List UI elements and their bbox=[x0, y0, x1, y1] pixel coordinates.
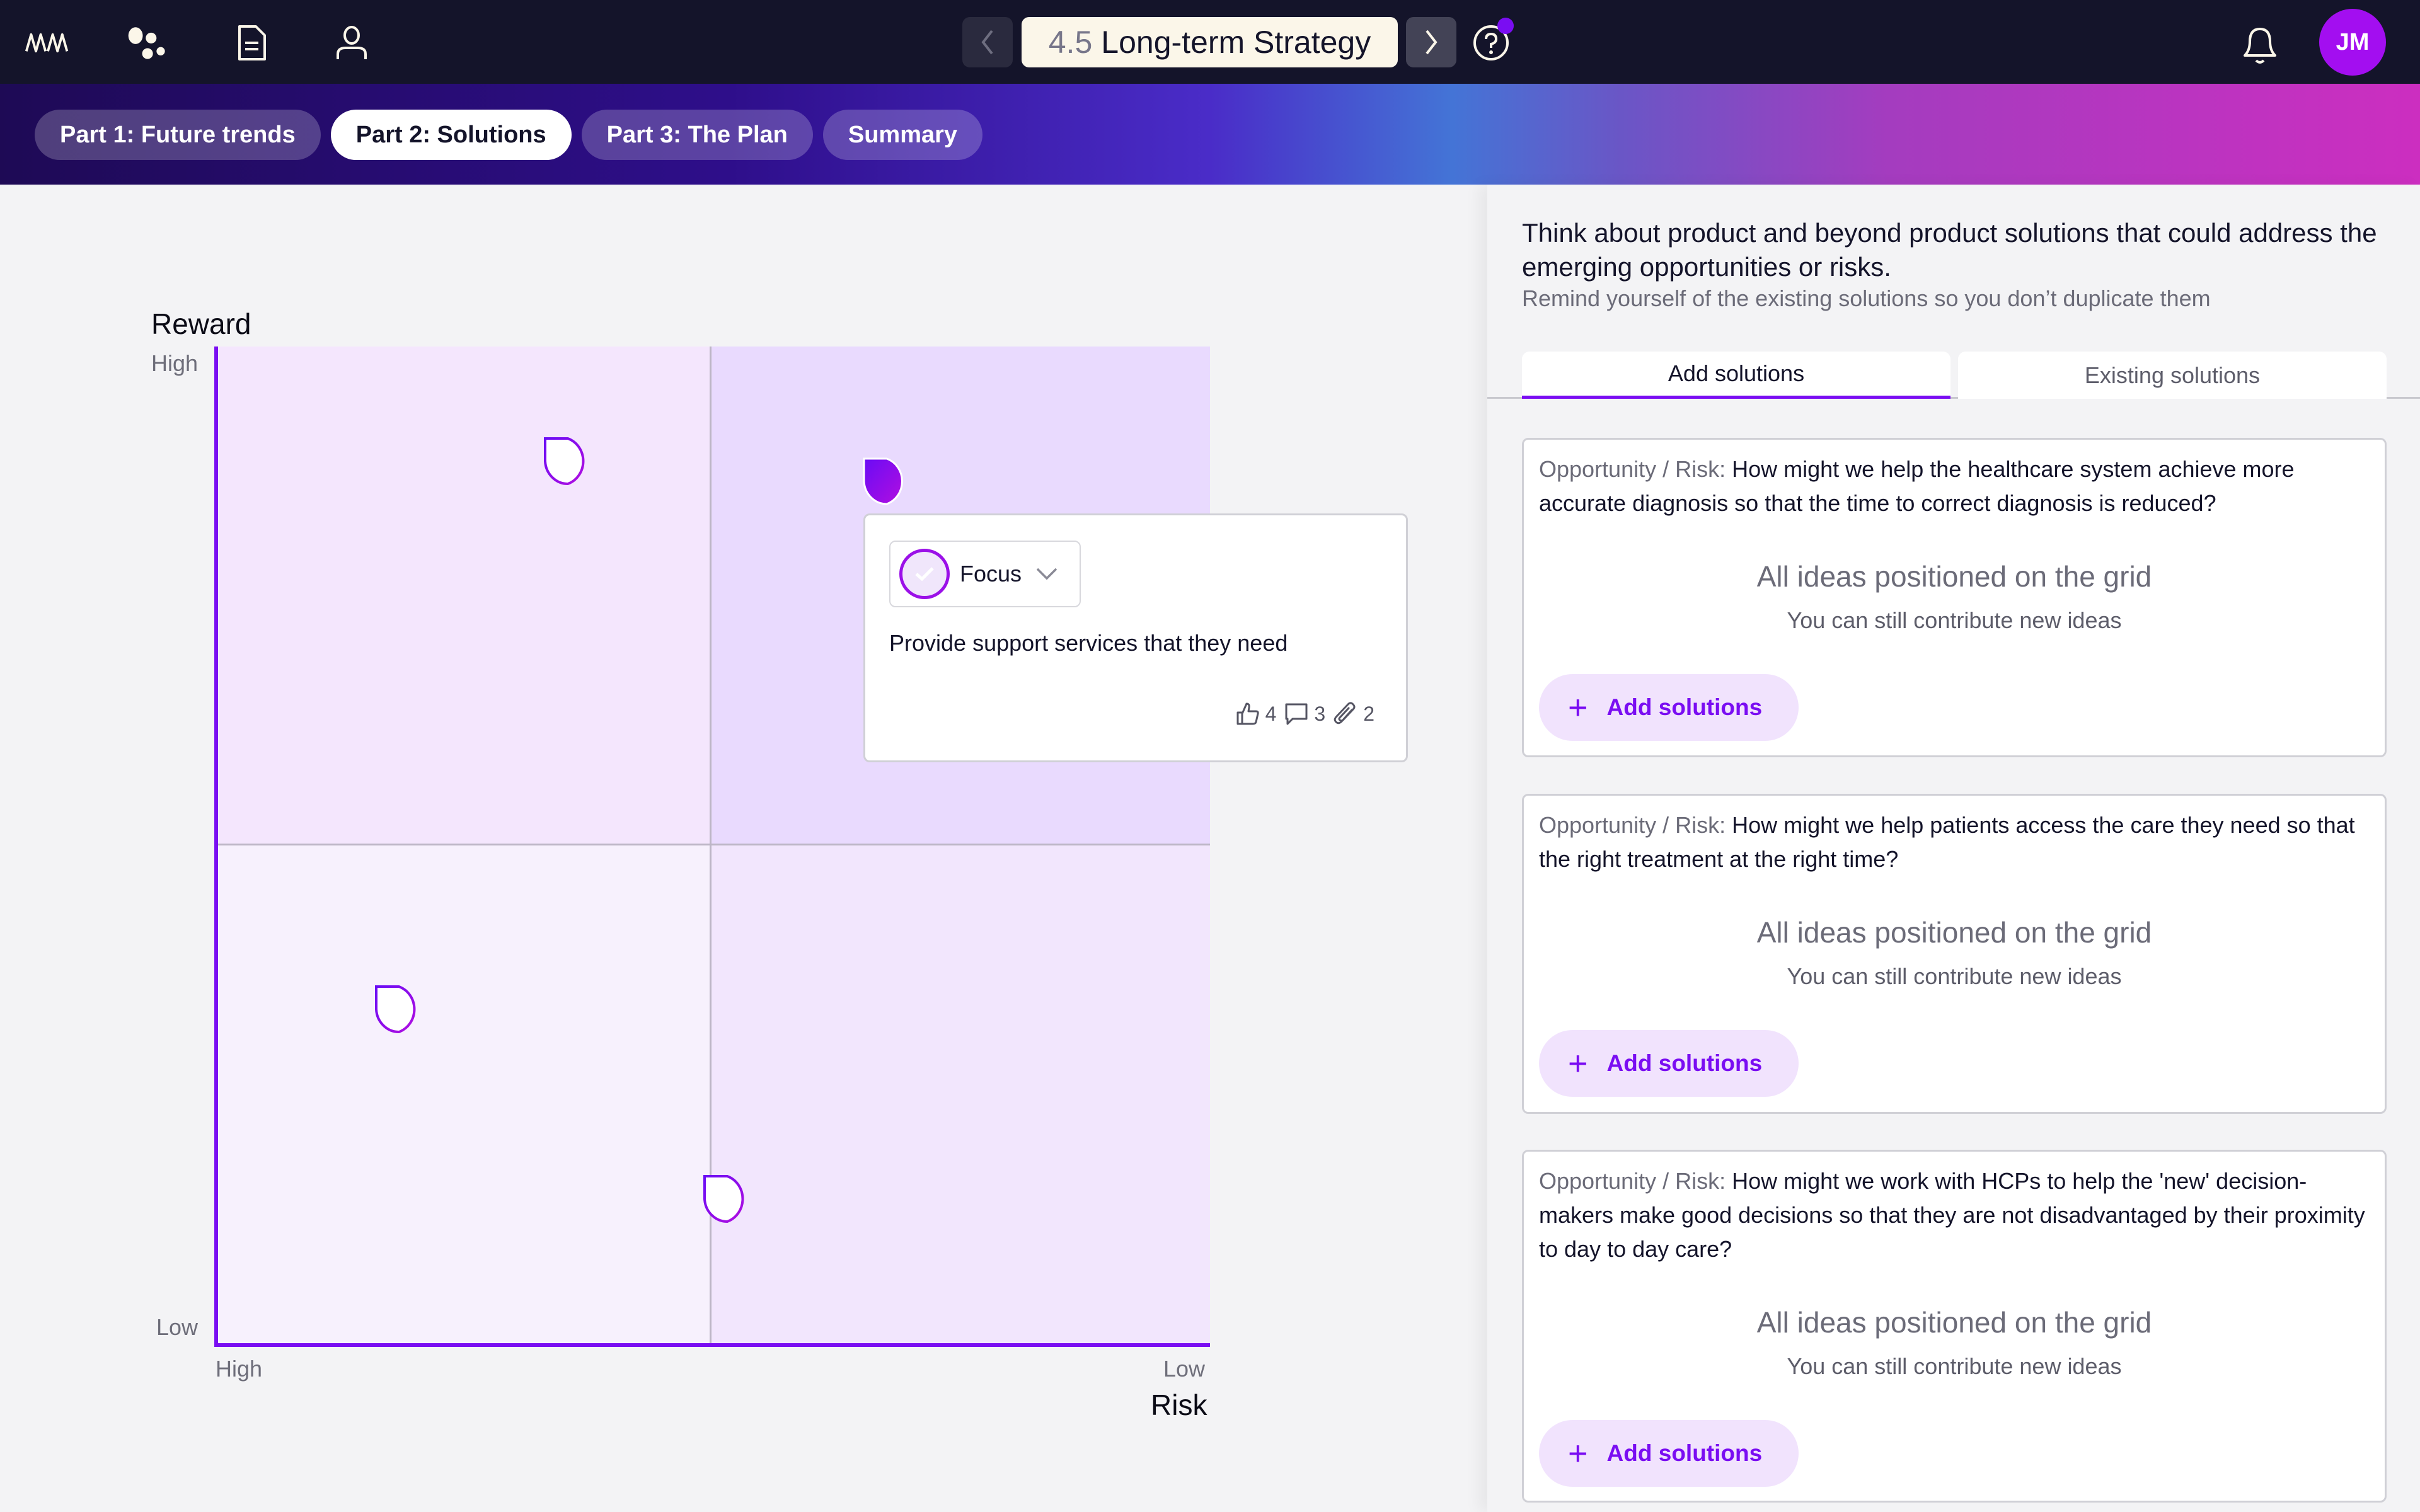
tab-part-2[interactable]: Part 2: Solutions bbox=[330, 110, 572, 160]
y-tick-low: Low bbox=[156, 1314, 199, 1340]
tab-add-solutions[interactable]: Add solutions bbox=[1522, 352, 1950, 399]
phase-tabs: Part 1: Future trends Part 2: Solutions … bbox=[35, 110, 983, 160]
y-axis-line bbox=[214, 346, 218, 1343]
thumbs-up-icon bbox=[1236, 702, 1259, 725]
risk-reward-grid bbox=[214, 346, 1210, 1347]
tab-part-3[interactable]: Part 3: The Plan bbox=[581, 110, 813, 160]
opportunity-label: Opportunity / Risk: bbox=[1539, 1168, 1726, 1194]
plus-icon: + bbox=[1568, 1435, 1588, 1472]
comments-stat[interactable]: 3 bbox=[1284, 701, 1325, 726]
add-solutions-button[interactable]: + Add solutions bbox=[1539, 1030, 1799, 1097]
logo-icon[interactable] bbox=[24, 19, 72, 67]
opportunity-question: Opportunity / Risk: How might we help th… bbox=[1539, 452, 2371, 520]
teardrop-marker-icon bbox=[374, 985, 416, 1034]
idea-marker-selected[interactable] bbox=[861, 456, 912, 507]
chevron-right-icon bbox=[1426, 30, 1438, 55]
add-solutions-label: Add solutions bbox=[1606, 694, 1763, 720]
top-bar: 4.5 Long-term Strategy JM bbox=[0, 0, 2420, 84]
quadrant-low-reward-low-risk bbox=[710, 844, 1210, 1343]
add-solutions-button[interactable]: + Add solutions bbox=[1539, 674, 1799, 741]
likes-count: 4 bbox=[1265, 702, 1277, 725]
positioned-status: All ideas positioned on the grid bbox=[1756, 1306, 2152, 1339]
comment-icon bbox=[1285, 703, 1308, 725]
comments-count: 3 bbox=[1314, 702, 1326, 725]
idea-marker[interactable] bbox=[543, 436, 593, 486]
opportunity-card: Opportunity / Risk: How might we help pa… bbox=[1522, 794, 2387, 1114]
idea-marker[interactable] bbox=[374, 984, 424, 1034]
opportunity-question: Opportunity / Risk: How might we help pa… bbox=[1539, 808, 2371, 876]
opportunity-question: Opportunity / Risk: How might we work wi… bbox=[1539, 1164, 2371, 1266]
plus-icon: + bbox=[1568, 1045, 1588, 1082]
tab-existing-solutions[interactable]: Existing solutions bbox=[1958, 352, 2387, 399]
idea-marker[interactable] bbox=[702, 1174, 752, 1224]
idea-text: Provide support services that they need bbox=[889, 630, 1288, 656]
add-solutions-label: Add solutions bbox=[1606, 1440, 1763, 1466]
idea-stats: 4 3 2 bbox=[1231, 701, 1374, 726]
likes-stat[interactable]: 4 bbox=[1235, 701, 1277, 726]
add-solutions-label: Add solutions bbox=[1606, 1050, 1763, 1076]
teardrop-marker-icon bbox=[544, 437, 585, 486]
document-icon[interactable] bbox=[228, 19, 276, 67]
opportunity-card: Opportunity / Risk: How might we help th… bbox=[1522, 438, 2387, 757]
contribute-note: You can still contribute new ideas bbox=[1787, 1353, 2122, 1379]
x-axis-title: Risk bbox=[1151, 1389, 1207, 1421]
x-tick-high: High bbox=[216, 1356, 263, 1382]
notifications-button[interactable] bbox=[2237, 19, 2283, 69]
chevron-left-icon bbox=[981, 30, 993, 55]
teardrop-marker-icon bbox=[863, 457, 903, 505]
quadrant-low-reward-high-risk bbox=[214, 844, 710, 1343]
contribute-note: You can still contribute new ideas bbox=[1787, 607, 2122, 633]
positioned-status: All ideas positioned on the grid bbox=[1756, 560, 2152, 593]
panel-subheading: Remind yourself of the existing solution… bbox=[1522, 285, 2211, 311]
contribute-note: You can still contribute new ideas bbox=[1787, 963, 2122, 989]
y-tick-high: High bbox=[151, 350, 199, 376]
step-title: 4.5 Long-term Strategy bbox=[1022, 17, 1398, 67]
x-tick-low: Low bbox=[1163, 1356, 1206, 1382]
chevron-down-icon bbox=[1036, 568, 1057, 580]
focus-status-dropdown[interactable]: Focus bbox=[889, 541, 1081, 607]
quadrant-high-reward-high-risk bbox=[214, 346, 710, 844]
idea-card[interactable]: Focus Provide support services that they… bbox=[863, 513, 1408, 762]
attachments-stat[interactable]: 2 bbox=[1333, 701, 1374, 726]
notification-dot bbox=[1497, 18, 1514, 34]
focus-status-label: Focus bbox=[960, 561, 1022, 587]
add-solutions-button[interactable]: + Add solutions bbox=[1539, 1420, 1799, 1487]
next-step-button[interactable] bbox=[1406, 17, 1456, 67]
user-icon[interactable] bbox=[328, 19, 376, 67]
previous-step-button[interactable] bbox=[962, 17, 1013, 67]
y-axis-title: Reward bbox=[151, 307, 251, 340]
step-number: 4.5 bbox=[1048, 25, 1093, 60]
grid-divider-horizontal bbox=[214, 844, 1210, 845]
opportunity-label: Opportunity / Risk: bbox=[1539, 456, 1726, 482]
panel-heading: Think about product and beyond product s… bbox=[1522, 218, 2377, 282]
x-axis-line bbox=[214, 1343, 1210, 1347]
attachments-count: 2 bbox=[1363, 702, 1374, 725]
paperclip-icon bbox=[1334, 702, 1356, 724]
opportunity-card: Opportunity / Risk: How might we work wi… bbox=[1522, 1150, 2387, 1503]
tab-summary[interactable]: Summary bbox=[822, 110, 983, 160]
teardrop-marker-icon bbox=[703, 1175, 744, 1223]
positioned-status: All ideas positioned on the grid bbox=[1756, 916, 2152, 949]
check-circle-icon bbox=[899, 549, 950, 599]
solutions-panel: Think about product and beyond product s… bbox=[1487, 185, 2420, 1512]
opportunity-label: Opportunity / Risk: bbox=[1539, 812, 1726, 838]
step-name: Long-term Strategy bbox=[1101, 25, 1371, 60]
panel-tabs: Add solutions Existing solutions bbox=[1487, 352, 2420, 399]
user-avatar[interactable]: JM bbox=[2319, 9, 2386, 76]
dots-icon[interactable] bbox=[125, 19, 173, 67]
plus-icon: + bbox=[1568, 689, 1588, 726]
bell-icon bbox=[2244, 28, 2276, 64]
tab-part-1[interactable]: Part 1: Future trends bbox=[35, 110, 321, 160]
